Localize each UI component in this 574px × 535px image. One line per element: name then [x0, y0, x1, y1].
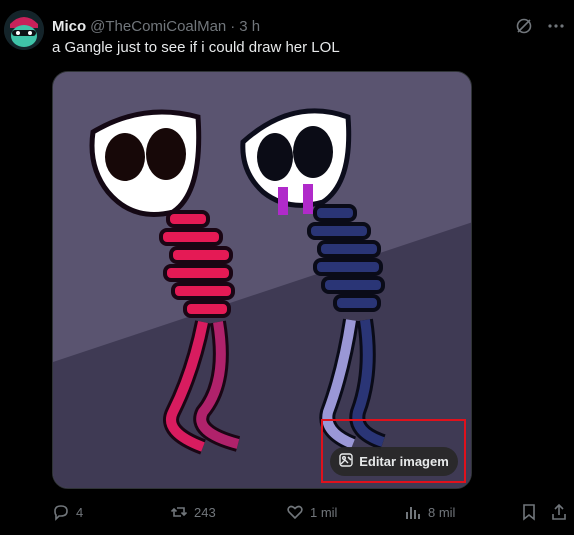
- separator: ·: [230, 17, 236, 35]
- bookmark-icon: [520, 503, 538, 521]
- more-icon[interactable]: [546, 16, 566, 36]
- author-name[interactable]: Mico: [52, 18, 86, 35]
- grok-icon[interactable]: [514, 16, 534, 36]
- share-icon: [550, 503, 568, 521]
- reply-icon: [52, 503, 70, 521]
- header-icons: [514, 16, 566, 36]
- like-icon: [286, 503, 304, 521]
- repost-button[interactable]: 243: [170, 503, 216, 521]
- author-handle[interactable]: @TheComiCoalMan: [90, 18, 226, 35]
- repost-count: 243: [194, 504, 216, 520]
- views-count: 8 mil: [428, 504, 456, 520]
- bookmark-button[interactable]: [520, 503, 538, 521]
- highlight-box: [321, 419, 466, 483]
- action-bar: 4 243 1 mil 8 mil: [52, 503, 568, 523]
- views-button[interactable]: 8 mil: [404, 503, 455, 521]
- post-text: a Gangle just to see if i could draw her…: [52, 39, 340, 56]
- views-icon: [404, 503, 422, 521]
- repost-icon: [170, 503, 188, 521]
- post-header: Mico @TheComiCoalMan · 3 h: [52, 16, 260, 36]
- reply-button[interactable]: 4: [52, 503, 83, 521]
- share-button[interactable]: [550, 503, 568, 521]
- avatar[interactable]: [4, 10, 44, 50]
- like-count: 1 mil: [310, 504, 338, 520]
- post-time[interactable]: 3 h: [239, 18, 260, 35]
- reply-count: 4: [76, 504, 84, 520]
- like-button[interactable]: 1 mil: [286, 503, 337, 521]
